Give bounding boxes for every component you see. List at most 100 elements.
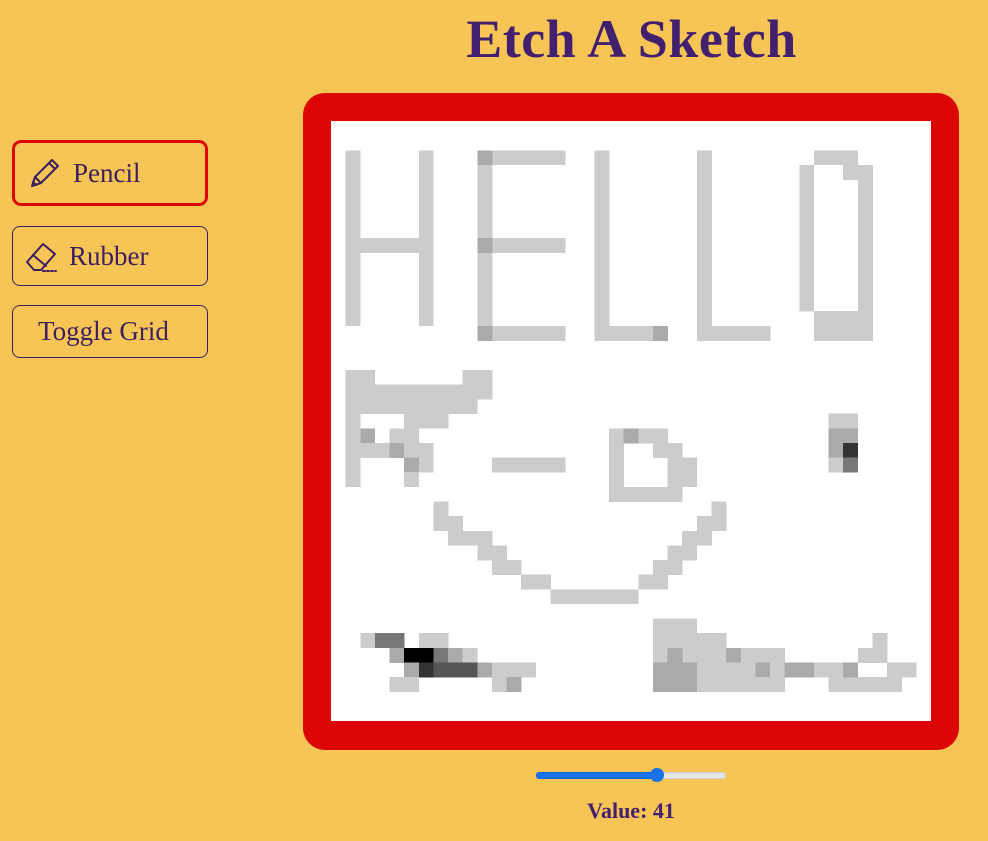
drawn-pixel bbox=[667, 545, 698, 561]
drawn-pixel bbox=[448, 647, 463, 663]
drawn-pixel bbox=[389, 677, 420, 693]
drawn-pixel bbox=[696, 150, 712, 327]
drawing-canvas[interactable] bbox=[331, 121, 931, 721]
drawn-pixel bbox=[404, 647, 434, 663]
drawn-pixel bbox=[696, 677, 785, 693]
drawn-pixel bbox=[345, 442, 361, 488]
drawn-pixel bbox=[667, 647, 683, 663]
drawn-pixel bbox=[696, 662, 756, 678]
pencil-icon bbox=[27, 155, 63, 191]
drawn-pixel bbox=[828, 428, 859, 444]
pencil-button[interactable]: Pencil bbox=[12, 140, 208, 206]
drawn-pixel bbox=[360, 442, 390, 458]
drawn-pixel bbox=[652, 633, 727, 649]
drawn-pixel bbox=[872, 633, 888, 649]
drawn-pixel bbox=[345, 369, 376, 385]
drawn-pixel bbox=[857, 647, 888, 663]
drawn-pixel bbox=[491, 677, 507, 693]
drawn-pixel bbox=[813, 150, 859, 166]
drawn-pixel bbox=[755, 662, 771, 678]
drawn-pixel bbox=[448, 516, 463, 546]
drawn-pixel bbox=[491, 662, 537, 678]
drawn-pixel bbox=[345, 238, 434, 253]
drawn-pixel bbox=[667, 472, 698, 488]
drawn-pixel bbox=[828, 457, 844, 473]
drawn-pixel bbox=[404, 662, 420, 678]
drawn-pixel bbox=[404, 442, 434, 458]
drawn-pixel bbox=[726, 647, 742, 663]
grid-size-slider[interactable] bbox=[531, 763, 731, 787]
drawn-pixel bbox=[462, 369, 493, 385]
drawn-pixel bbox=[799, 164, 815, 312]
slider-thumb[interactable] bbox=[649, 768, 664, 782]
drawn-pixel bbox=[477, 238, 493, 253]
pencil-label: Pencil bbox=[73, 157, 141, 188]
drawn-pixel bbox=[828, 677, 903, 693]
drawn-pixel bbox=[374, 633, 405, 649]
drawn-pixel bbox=[711, 501, 727, 517]
drawn-pixel bbox=[813, 325, 873, 341]
drawn-pixel bbox=[506, 677, 522, 693]
drawn-pixel bbox=[843, 442, 859, 458]
drawn-pixel bbox=[404, 413, 449, 429]
drawn-pixel bbox=[550, 589, 639, 605]
slider-fill bbox=[536, 772, 659, 779]
drawn-pixel bbox=[623, 428, 639, 444]
drawn-pixel bbox=[477, 545, 507, 561]
drawn-pixel bbox=[345, 399, 361, 429]
drawn-pixel bbox=[696, 325, 771, 341]
drawn-pixel bbox=[828, 413, 859, 429]
drawn-pixel bbox=[857, 179, 873, 327]
drawn-pixel bbox=[345, 384, 493, 400]
drawn-pixel bbox=[828, 442, 844, 458]
drawn-pixel bbox=[360, 399, 478, 414]
drawn-pixel bbox=[843, 164, 873, 180]
drawn-pixel bbox=[682, 530, 712, 546]
drawn-pixel bbox=[418, 662, 434, 678]
drawn-pixel bbox=[652, 560, 683, 575]
drawn-pixel bbox=[652, 662, 698, 678]
drawn-pixel bbox=[462, 530, 493, 546]
drawn-pixel bbox=[404, 457, 420, 473]
drawn-pixel bbox=[609, 486, 683, 502]
drawn-pixel bbox=[477, 325, 493, 341]
page-title: Etch A Sketch bbox=[466, 9, 797, 69]
drawn-pixel bbox=[360, 428, 376, 444]
drawn-pixel bbox=[652, 325, 668, 341]
drawn-pixel bbox=[696, 516, 727, 532]
drawn-pixel bbox=[652, 677, 698, 693]
drawn-pixel bbox=[638, 574, 668, 590]
drawn-pixel bbox=[389, 428, 420, 444]
drawn-pixel bbox=[813, 662, 844, 678]
drawn-pixel bbox=[887, 662, 917, 678]
drawn-pixel bbox=[462, 647, 478, 663]
drawn-pixel bbox=[404, 472, 420, 488]
drawn-pixel bbox=[609, 442, 624, 488]
toggle-grid-button[interactable]: Toggle Grid bbox=[12, 305, 208, 358]
toggle-grid-label: Toggle Grid bbox=[38, 316, 169, 346]
drawn-pixel bbox=[667, 457, 698, 473]
drawn-pixel bbox=[477, 662, 493, 678]
drawn-pixel bbox=[813, 311, 859, 327]
drawn-pixel bbox=[843, 662, 859, 678]
drawn-pixel bbox=[491, 560, 522, 575]
drawn-pixel bbox=[784, 662, 815, 678]
drawn-pixel bbox=[433, 647, 449, 663]
drawn-pixel bbox=[652, 442, 683, 458]
drawn-pixel bbox=[594, 150, 610, 327]
grid-size-value: Value: 41 bbox=[587, 798, 675, 823]
drawn-pixel bbox=[389, 442, 405, 458]
drawn-pixel bbox=[433, 501, 449, 532]
rubber-label: Rubber bbox=[69, 240, 149, 271]
drawn-pixel bbox=[360, 633, 376, 649]
eraser-icon bbox=[23, 238, 59, 274]
drawn-pixel bbox=[843, 457, 859, 473]
drawn-pixel bbox=[418, 633, 449, 649]
drawn-pixel bbox=[433, 662, 478, 678]
drawn-pixel bbox=[477, 150, 493, 166]
rubber-button[interactable]: Rubber bbox=[12, 226, 208, 286]
drawn-pixel bbox=[652, 618, 698, 634]
drawn-pixel bbox=[755, 647, 785, 663]
drawn-pixel bbox=[521, 574, 551, 590]
drawn-pixel bbox=[491, 457, 566, 473]
